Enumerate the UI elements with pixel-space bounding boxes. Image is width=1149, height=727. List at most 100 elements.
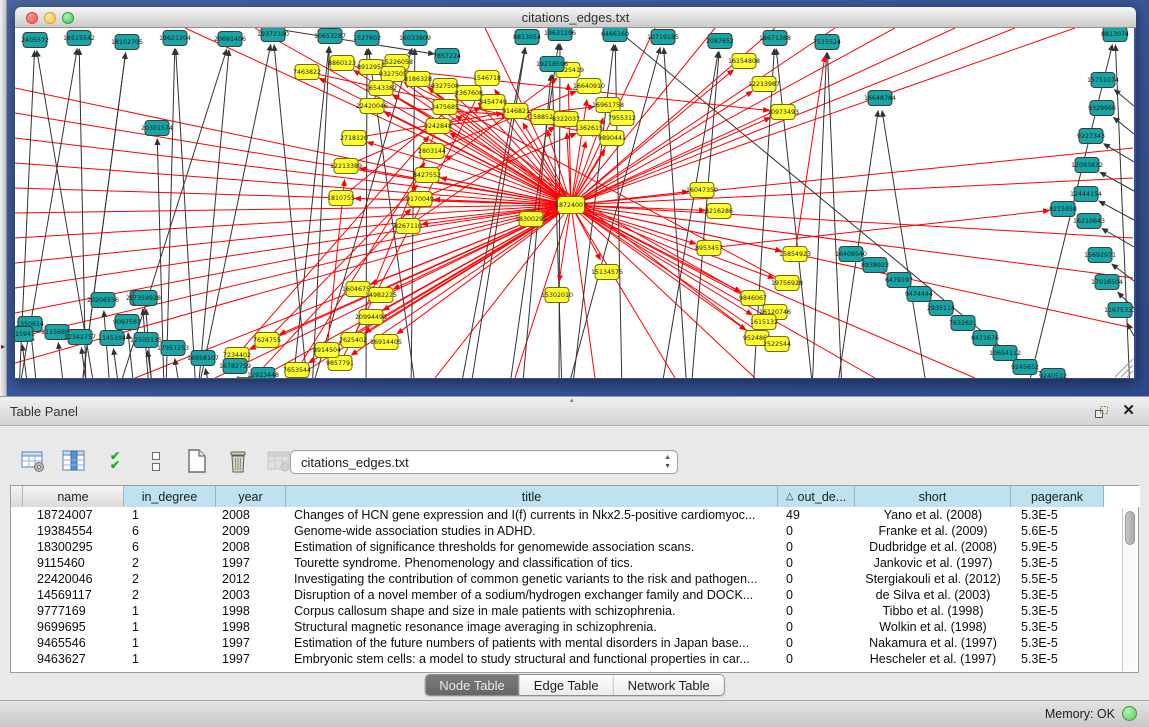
graph-node[interactable]: 9227343 [1077,129,1105,144]
splitter-handle[interactable]: ▴ [570,396,574,404]
cell-in_degree[interactable]: 1 [124,635,216,651]
table-options-icon[interactable] [18,446,48,476]
tab-edge-table[interactable]: Edge Table [520,675,614,695]
graph-node[interactable]: 20691406 [214,32,246,47]
graph-node[interactable]: 1615132 [750,315,778,330]
graph-node[interactable]: 9170049 [406,192,434,207]
graph-node[interactable]: 19621204 [159,31,191,46]
cell-short[interactable]: Wolkin et al. (1998) [855,619,1011,635]
graph-node[interactable]: 7463822 [293,65,321,80]
cell-short[interactable]: de Silva et al. (2003) [855,587,1011,603]
cell-pagerank[interactable]: 5.3E-5 [1011,619,1104,635]
graph-node[interactable]: 8186328 [404,72,432,87]
cell-name[interactable]: 9465546 [23,635,124,651]
cell-short[interactable]: Franke et al. (2009) [855,523,1011,539]
graph-node[interactable]: 7857224 [433,49,461,64]
cell-short[interactable]: Yano et al. (2008) [855,507,1011,523]
float-panel-icon[interactable] [1093,404,1109,420]
cell-year[interactable]: 1997 [216,635,286,651]
node-attribute-table[interactable]: namein_degreeyeartitle△out_de...shortpag… [10,485,1139,673]
cell-year[interactable]: 2008 [216,507,286,523]
graph-node[interactable]: 8215958 [1049,202,1077,217]
graph-node[interactable]: 12923448 [247,368,279,379]
cell-out_de[interactable]: 0 [778,651,855,667]
graph-node[interactable]: 7955312 [608,111,636,126]
graph-node[interactable]: 8938923 [861,258,889,273]
graph-node[interactable]: 15751074 [1087,73,1119,88]
table-row[interactable]: 1938455462009Genome-wide association stu… [11,523,1138,539]
cell-out_de[interactable]: 0 [778,539,855,555]
graph-node[interactable]: 9329966 [1088,101,1116,116]
graph-node[interactable]: 9097587 [113,315,141,330]
graph-node[interactable]: 17016504 [1091,275,1123,290]
clear-selection-icon[interactable] [141,446,171,476]
graph-node[interactable]: 17359928 [129,291,161,306]
graph-node[interactable]: 14982225 [365,288,397,303]
graph-node[interactable]: 16409540 [835,247,867,262]
show-columns-icon[interactable] [59,446,89,476]
graph-node[interactable]: 12213987 [748,77,780,92]
new-column-icon[interactable] [182,446,212,476]
cell-pagerank[interactable]: 5.3E-5 [1011,555,1104,571]
graph-node[interactable]: 9327505 [379,67,407,82]
graph-node[interactable]: 3475685 [431,100,459,115]
tab-node-table[interactable]: Node Table [425,675,520,695]
cell-in_degree[interactable]: 2 [124,571,216,587]
graph-node[interactable]: 8267110 [394,219,422,234]
close-panel-icon[interactable]: ✕ [1122,401,1135,419]
graph-node[interactable]: 7515524 [813,35,841,50]
graph-node[interactable]: 16543382 [365,81,397,96]
graph-node[interactable]: 16648784 [864,91,896,106]
graph-node[interactable]: 9474444 [905,287,933,302]
graph-node[interactable]: 19756928 [771,276,803,291]
cell-short[interactable]: Tibbo et al. (1998) [855,603,1011,619]
graph-node[interactable]: 15134575 [591,265,623,280]
cell-out_de[interactable]: 0 [778,603,855,619]
cell-in_degree[interactable]: 1 [124,651,216,667]
graph-node[interactable]: 22420046 [356,99,388,114]
cell-short[interactable]: Dudbridge et al. (2008) [855,539,1011,555]
graph-node[interactable]: 16515542 [63,31,95,46]
graph-node[interactable]: 2087652 [706,34,734,49]
graph-node[interactable]: 16154808 [728,54,760,69]
graph-node[interactable]: 9890441 [598,131,626,146]
cell-year[interactable]: 1997 [216,651,286,667]
network-view-window[interactable]: citations_edges.txt 18724007746382288601… [15,7,1136,379]
graph-node[interactable]: 2803144 [418,144,446,159]
cell-title[interactable]: Embryonic stem cells: a model to study s… [286,651,778,667]
cell-pagerank[interactable]: 5.3E-5 [1011,587,1104,603]
table-selector-dropdown[interactable]: citations_edges.txt ▲▼ [290,450,678,474]
cell-out_de[interactable]: 0 [778,619,855,635]
graph-node[interactable]: 7632621 [949,316,977,331]
graph-node[interactable]: 16914405 [370,335,402,350]
cell-name[interactable]: 9115460 [23,555,124,571]
graph-node[interactable]: 19218596 [536,57,568,72]
cell-name[interactable]: 9777169 [23,603,124,619]
graph-node[interactable]: 8216286 [705,204,733,219]
graph-node[interactable]: 18102705 [111,35,143,50]
cell-name[interactable]: 18300295 [23,539,124,555]
scrollbar-thumb[interactable] [1125,511,1135,545]
graph-node[interactable]: 19631296 [544,28,576,41]
graph-node[interactable]: 17957253 [157,341,189,356]
tab-network-table[interactable]: Network Table [614,675,724,695]
graph-node[interactable]: 1145194 [98,331,126,346]
graph-node[interactable]: 16958107 [187,351,219,366]
graph-node[interactable]: 12093832 [1071,158,1103,173]
cell-year[interactable]: 1998 [216,619,286,635]
graph-node[interactable]: 20301574 [141,121,173,136]
cell-pagerank[interactable]: 5.3E-5 [1011,651,1104,667]
cell-title[interactable]: Disruption of a novel member of a sodium… [286,587,778,603]
cell-name[interactable]: 18724007 [23,507,124,523]
graph-node[interactable]: 9245652 [1011,360,1039,375]
column-header-pagerank[interactable]: pagerank [1011,486,1104,507]
cell-pagerank[interactable]: 5.3E-5 [1011,603,1104,619]
cell-pagerank[interactable]: 5.5E-5 [1011,571,1104,587]
graph-node[interactable]: 12213389 [330,159,362,174]
graph-node[interactable]: 2935114 [927,301,955,316]
graph-node[interactable]: 1527602 [353,31,381,46]
graph-node[interactable]: 7625402 [339,333,367,348]
cell-title[interactable]: Estimation of significance thresholds fo… [286,539,778,555]
cell-out_de[interactable]: 0 [778,587,855,603]
graph-node[interactable]: 15854923 [779,247,811,262]
